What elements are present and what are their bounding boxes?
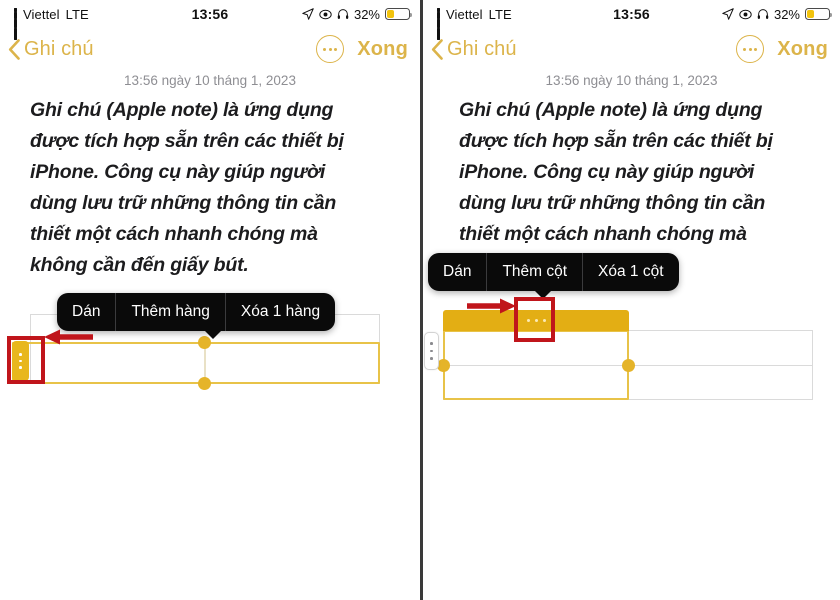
note-body-line: Ghi chú (Apple note) là ứng dụng — [459, 99, 763, 121]
navigation-bar-actions: Xong — [316, 35, 408, 63]
selection-handle-bottom[interactable] — [198, 377, 211, 390]
note-table[interactable] — [437, 330, 813, 400]
menu-item-add-column[interactable]: Thêm cột — [486, 253, 582, 291]
table-context-menu[interactable]: Dán Thêm cột Xóa 1 cột — [428, 253, 679, 299]
ellipsis-circle-icon[interactable] — [736, 35, 765, 63]
status-bar: Viettel LTE 13:56 32% — [0, 0, 420, 40]
eye-icon — [739, 8, 752, 21]
menu-item-add-row[interactable]: Thêm hàng — [115, 293, 224, 331]
back-button-label: Ghi chú — [447, 37, 517, 60]
battery-percent-label: 32% — [353, 6, 380, 22]
back-button[interactable]: Ghi chú — [431, 38, 517, 61]
clock-label: 13:56 — [613, 6, 650, 22]
note-date: 13:56 ngày 10 tháng 1, 2023 — [124, 73, 296, 88]
phone-screen-right: Viettel LTE 13:56 32% Ghi chú Xong 13:56… — [420, 0, 840, 600]
menu-item-delete-row[interactable]: Xóa 1 hàng — [224, 293, 335, 331]
screenshot-root: Viettel LTE 13:56 32% Ghi chú Xong 13:56… — [0, 0, 840, 600]
selected-column-outline — [443, 330, 629, 400]
note-body-line: dùng lưu trữ những thông tin cần — [30, 192, 337, 214]
done-button[interactable]: Xong — [777, 38, 828, 61]
navigation-bar: Ghi chú Xong — [0, 28, 420, 70]
row-handle-vertical-dots-icon[interactable] — [424, 332, 439, 370]
selected-row-outline — [12, 342, 380, 384]
note-body[interactable]: Ghi chú (Apple note) là ứng dụng được tí… — [0, 95, 420, 281]
context-menu-pointer — [534, 290, 552, 299]
clock-label: 13:56 — [191, 6, 229, 22]
context-menu-pointer — [204, 330, 222, 339]
note-body-line: iPhone. Công cụ này giúp người — [459, 161, 755, 183]
location-arrow-icon — [722, 8, 734, 20]
back-button-label: Ghi chú — [24, 37, 94, 60]
note-body-line: thiết một cách nhanh chóng mà — [30, 223, 318, 245]
back-button[interactable]: Ghi chú — [8, 38, 94, 61]
status-bar-right: 32% — [302, 0, 413, 28]
note-body-line: Ghi chú (Apple note) là ứng dụng — [30, 99, 334, 121]
chevron-left-icon — [431, 38, 444, 60]
battery-percent-label: 32% — [773, 6, 800, 22]
battery-icon — [805, 8, 833, 20]
navigation-bar-actions: Xong — [736, 35, 828, 63]
chevron-left-icon — [8, 38, 21, 60]
headphones-icon — [337, 8, 349, 20]
note-body-line: không cần đến giấy bút. — [30, 254, 249, 276]
done-button[interactable]: Xong — [357, 38, 408, 61]
note-date: 13:56 ngày 10 tháng 1, 2023 — [545, 73, 718, 88]
menu-item-paste[interactable]: Dán — [428, 253, 486, 291]
menu-item-delete-column[interactable]: Xóa 1 cột — [582, 253, 679, 291]
status-bar: Viettel LTE 13:56 32% — [423, 0, 840, 40]
navigation-bar: Ghi chú Xong — [423, 28, 840, 70]
note-body-line: được tích hợp sẵn trên các thiết bị — [30, 130, 344, 152]
headphones-icon — [757, 8, 769, 20]
eye-icon — [319, 8, 332, 21]
location-arrow-icon — [302, 8, 314, 20]
note-body-line: thiết một cách nhanh chóng mà — [459, 223, 747, 245]
selection-handle-right[interactable] — [622, 359, 635, 372]
menu-item-paste[interactable]: Dán — [57, 293, 115, 331]
row-handle-vertical-dots-icon[interactable] — [12, 341, 29, 381]
note-body-line: được tích hợp sẵn trên các thiết bị — [459, 130, 773, 152]
table-context-menu[interactable]: Dán Thêm hàng Xóa 1 hàng — [57, 293, 336, 339]
battery-icon — [385, 8, 413, 20]
phone-screen-left: Viettel LTE 13:56 32% Ghi chú Xong 13:56… — [0, 0, 420, 600]
note-body-line: iPhone. Công cụ này giúp người — [30, 161, 326, 183]
note-body-line: dùng lưu trữ những thông tin cần — [459, 192, 766, 214]
status-bar-right: 32% — [722, 0, 833, 28]
column-handle-horizontal-dots-icon[interactable] — [443, 310, 629, 331]
ellipsis-circle-icon[interactable] — [316, 35, 345, 63]
